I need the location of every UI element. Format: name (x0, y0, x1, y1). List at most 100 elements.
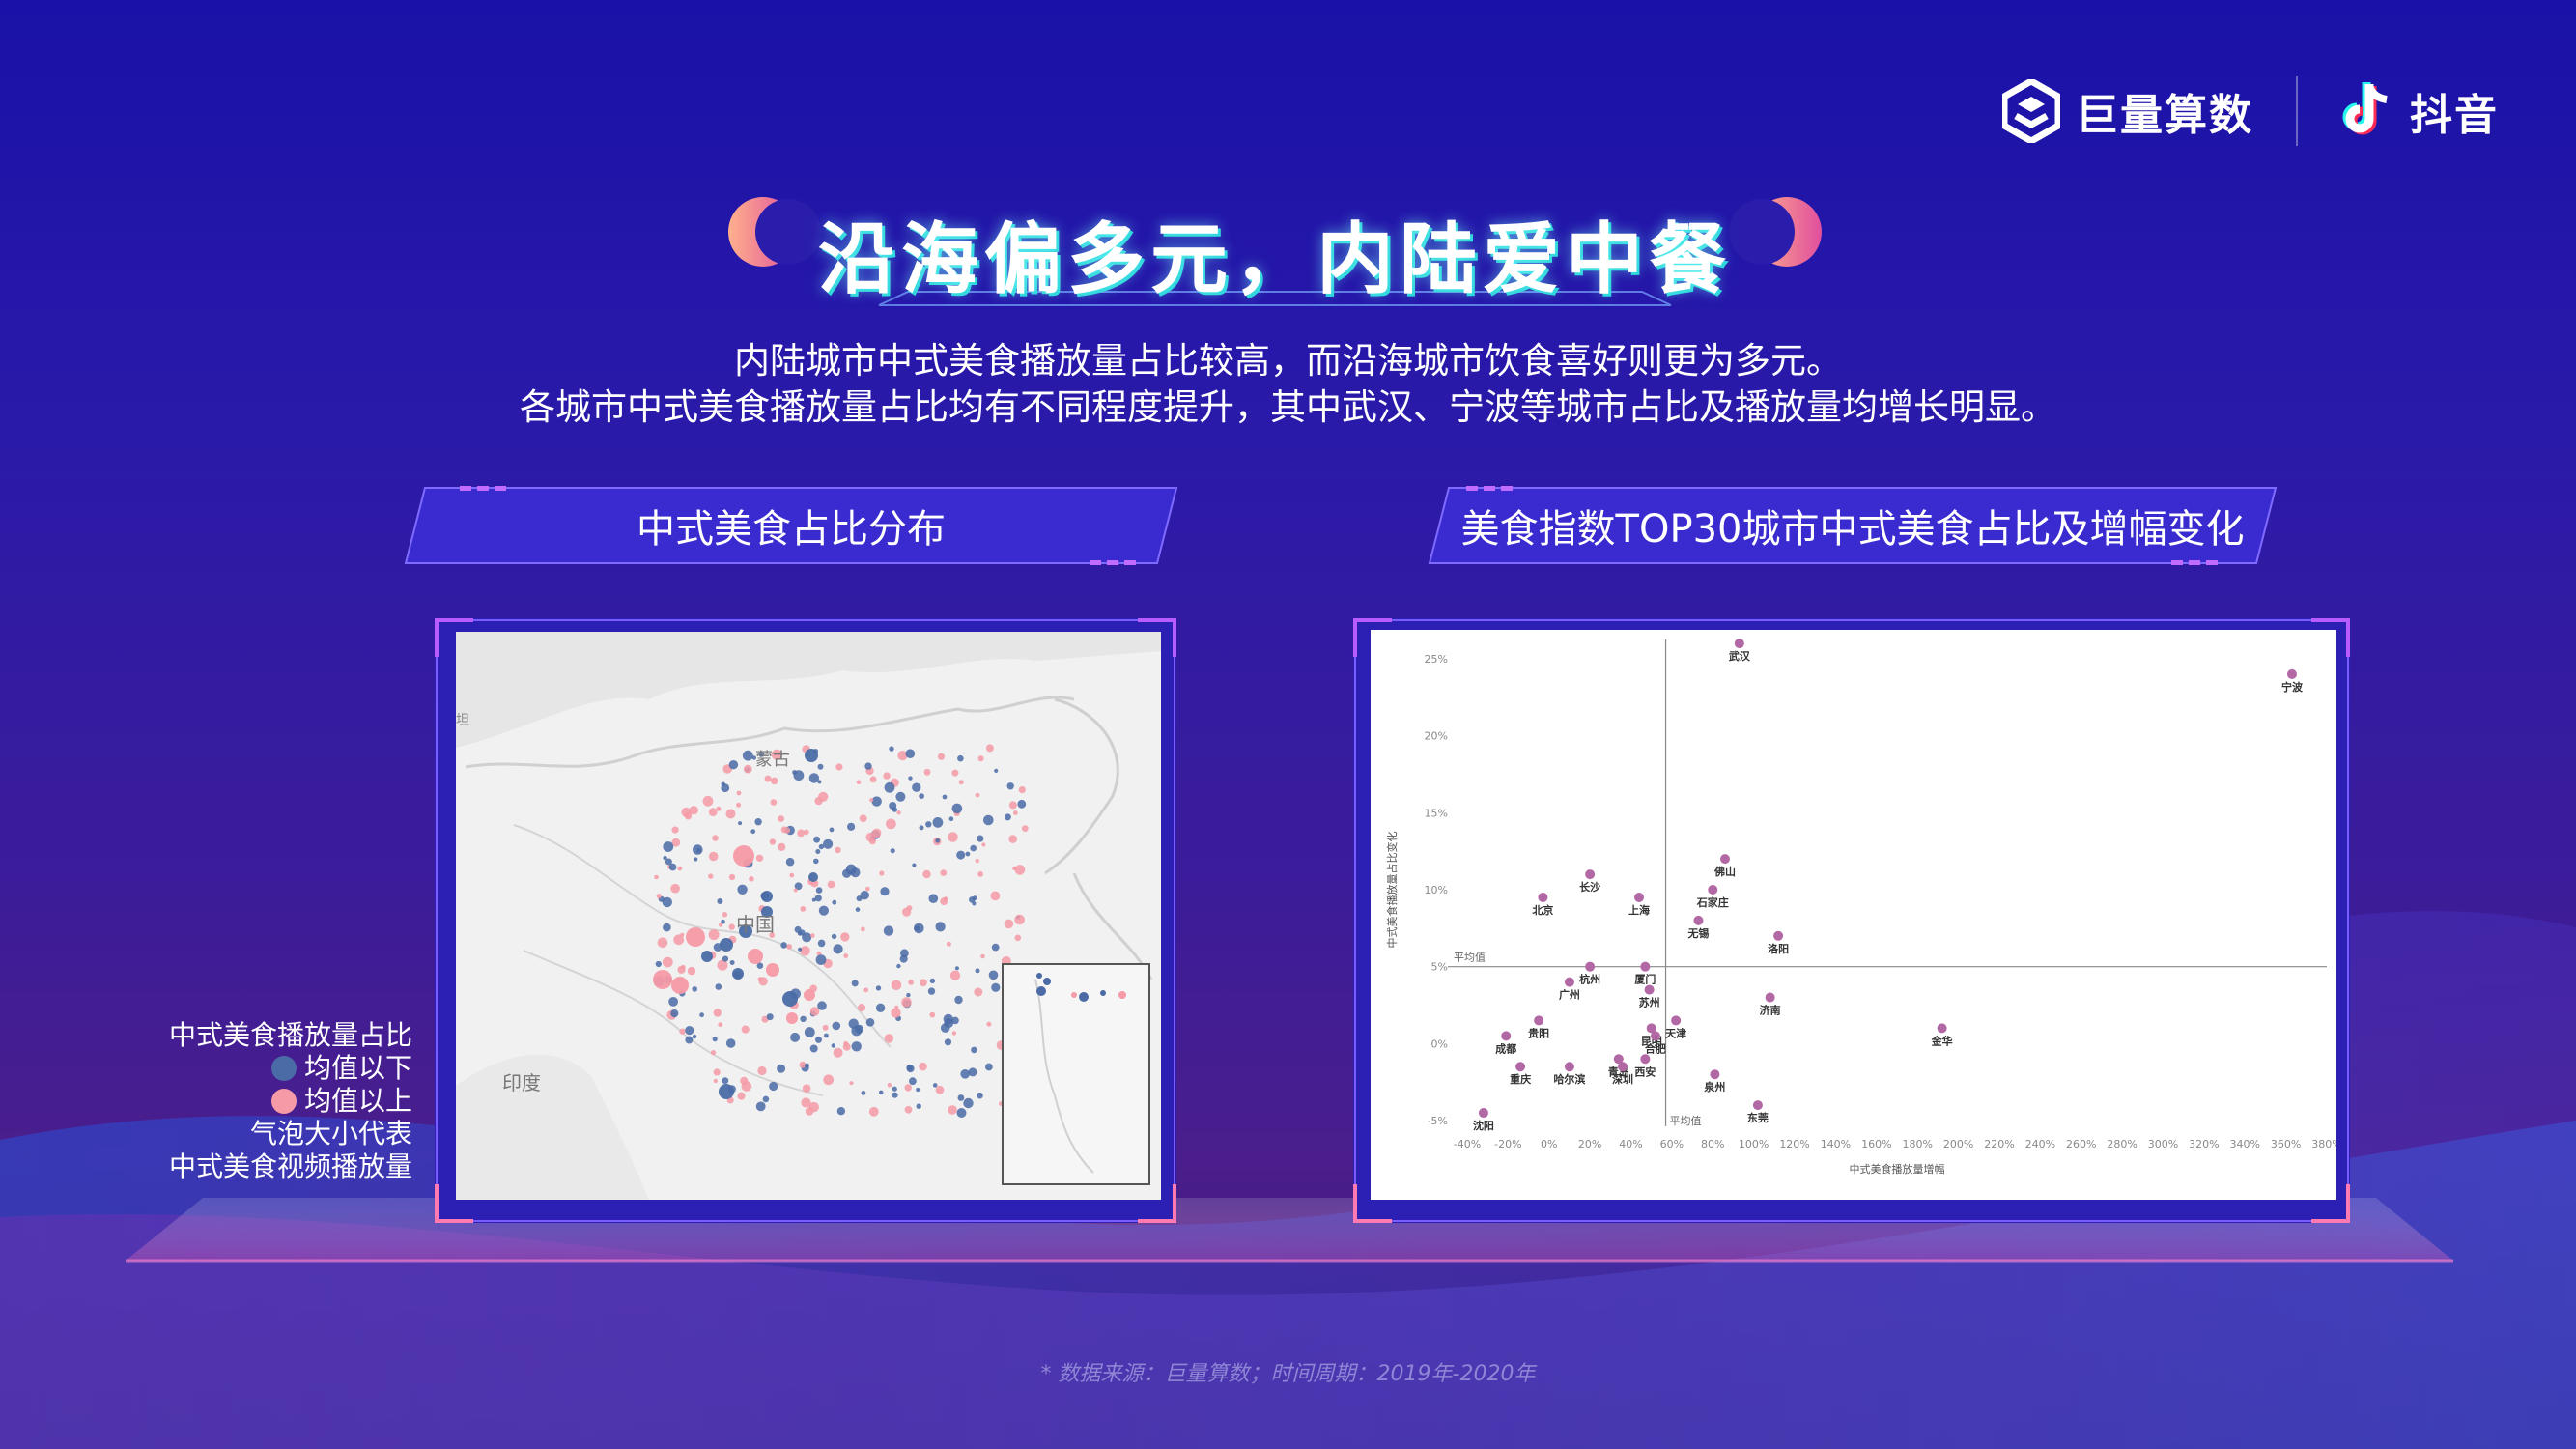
map-bubble (940, 869, 948, 876)
x-tick-label: 360% (2271, 1138, 2301, 1151)
map-bubble (823, 838, 834, 849)
map-bubble (849, 1081, 854, 1086)
map-bubble (804, 1027, 815, 1037)
legend-above-label: 均值以上 (303, 1085, 412, 1117)
map-bubble (986, 1021, 992, 1027)
map-bubble (754, 818, 762, 826)
map-bubble (1012, 866, 1017, 871)
scatter-point (1585, 961, 1596, 972)
map-bubble (799, 929, 806, 936)
map-bubble (748, 949, 763, 964)
y-tick-label: -5% (1428, 1115, 1448, 1127)
map-bubble (883, 925, 894, 936)
map-bubble (860, 891, 869, 900)
right-section-tab: 美食指数TOP30城市中式美食占比及增幅变化 (1428, 486, 2278, 565)
map-bubble (896, 963, 901, 969)
map-bubble (957, 754, 964, 762)
x-tick-label: 320% (2189, 1138, 2219, 1151)
map-bubble (708, 873, 714, 879)
map-bubble (758, 977, 768, 986)
scatter-point-label: 上海 (1628, 903, 1650, 917)
map-bubble (884, 1034, 894, 1043)
map-bubble (778, 815, 784, 822)
legend-row-above: 均值以上 (169, 1085, 412, 1118)
map-bubble (789, 872, 795, 878)
legend-row-below: 均值以下 (169, 1052, 412, 1085)
map-bubble (671, 826, 679, 834)
map-bubble (692, 986, 697, 992)
map-bubble (699, 1012, 704, 1018)
y-tick-label: 15% (1425, 807, 1448, 819)
map-bubble (800, 906, 807, 912)
map-bubble (906, 905, 913, 911)
map-label-mongolia: 蒙古 (755, 750, 790, 770)
map-bubble (1014, 914, 1025, 925)
map-bubble (905, 749, 916, 758)
map-bubble (954, 995, 963, 1005)
scatter-point-label: 金华 (1931, 1034, 1953, 1047)
map-bubble (981, 842, 986, 847)
map-bubble (663, 923, 671, 932)
map-bubble (980, 953, 985, 959)
map-bubble (829, 827, 835, 833)
map-bubble (958, 780, 964, 785)
map-bubble (809, 1007, 820, 1016)
map-bubble (717, 898, 723, 904)
scatter-points: 武汉宁波北京长沙上海佛山石家庄无锡洛阳厦门杭州广州苏州济南贵阳 天津昆明合肥金华成… (1473, 639, 2304, 1132)
map-bubble (670, 1009, 679, 1018)
map-bubble (668, 997, 678, 1007)
map-bubble (890, 848, 895, 854)
map-bubble (935, 922, 946, 932)
map-bubble (741, 1081, 752, 1092)
map-bubble (817, 939, 826, 948)
map-bubble (851, 980, 859, 987)
x-tick-label: 120% (1779, 1138, 1809, 1151)
map-bubble (899, 954, 908, 963)
scatter-chart: -5% 0% 5% 10% 15% 20% 25% -40% -20% 0% 20% 40% 60% 80… (1371, 630, 2336, 1200)
map-bubble (943, 1013, 953, 1025)
scatter-point (1650, 1031, 1660, 1041)
map-bubble (895, 791, 906, 802)
map-bubble (719, 1084, 734, 1099)
juliang-logo-icon (2002, 79, 2060, 143)
map-bubble (770, 777, 778, 785)
scatter-point (1478, 1108, 1488, 1119)
map-bubble (901, 997, 912, 1008)
map-bubble (800, 1015, 807, 1022)
map-bubble (741, 1025, 750, 1034)
map-bubble (656, 894, 662, 899)
scatter-point (1752, 1100, 1763, 1111)
scatter-point (1618, 1062, 1628, 1072)
scatter-point-label: 哈尔滨 (1553, 1072, 1585, 1086)
map-bubble (1012, 810, 1018, 815)
map-bubble (847, 822, 856, 831)
scatter-point (1515, 1062, 1526, 1072)
scatter-point (1538, 892, 1548, 902)
map-inset-bubble (1118, 991, 1126, 999)
map-bubble (937, 753, 946, 760)
y-tick-label: 5% (1431, 961, 1448, 974)
map-bubble (951, 769, 959, 777)
x-tick-label: 20% (1578, 1138, 1601, 1151)
map-bubble (948, 832, 958, 842)
map-bubble (686, 927, 705, 947)
map-bubble (722, 912, 728, 918)
map-bubble (1021, 825, 1029, 832)
x-tick-label: 340% (2230, 1138, 2260, 1151)
map-bubble (804, 829, 809, 836)
map-bubble (755, 1101, 766, 1112)
map-bubble (908, 980, 914, 985)
map-bubble (991, 943, 1000, 952)
map-inset-bubble (1036, 986, 1046, 996)
map-bubble (896, 810, 901, 815)
map-bubble (880, 887, 890, 896)
map-bubble (879, 870, 885, 876)
map-bubble (833, 944, 843, 954)
map-bubble (851, 1041, 862, 1052)
map-bubble (886, 818, 896, 830)
map-bubble (948, 1105, 957, 1115)
scatter-point-label: 石家庄 (1696, 895, 1729, 909)
x-tick-label: 180% (1902, 1138, 1932, 1151)
scatter-point-label: 合肥 (1645, 1041, 1666, 1055)
map-bubble (948, 816, 954, 821)
